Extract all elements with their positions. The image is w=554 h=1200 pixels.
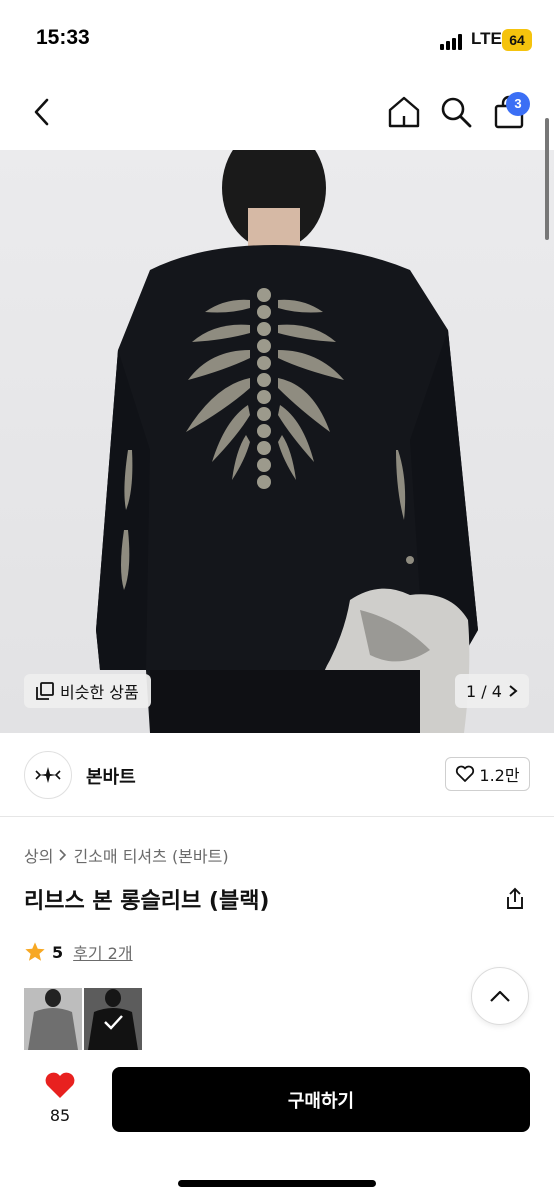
- similar-products-button[interactable]: 비슷한 상품: [24, 674, 151, 708]
- cart-badge: 3: [506, 92, 530, 116]
- store-like-count: 1.2만: [479, 766, 520, 785]
- color-options: [24, 988, 142, 1050]
- top-nav: [0, 80, 554, 150]
- chevron-right-icon: [59, 849, 67, 861]
- battery-icon: 64: [502, 29, 532, 51]
- color-option-black[interactable]: [84, 988, 142, 1050]
- store-like-button[interactable]: 1.2만: [445, 757, 530, 791]
- network-label: LTE: [471, 29, 502, 48]
- scrollbar: [545, 118, 549, 240]
- review-link[interactable]: 후기 2개: [73, 940, 132, 964]
- signal-icon: [440, 34, 464, 50]
- seller-logo[interactable]: [24, 751, 72, 799]
- scroll-to-top-button[interactable]: [471, 967, 529, 1025]
- seller-row: 본바트 1.2만: [0, 733, 554, 817]
- breadcrumb-item[interactable]: 상의: [24, 843, 53, 867]
- status-time: 15:33: [36, 26, 90, 49]
- like-button[interactable]: 85: [36, 1070, 84, 1125]
- like-count: 85: [49, 1106, 71, 1125]
- status-bar: 15:33 LTE 64: [0, 0, 554, 80]
- rating-row: 5 후기 2개: [24, 940, 133, 964]
- back-icon[interactable]: [22, 92, 62, 132]
- color-option-grey[interactable]: [24, 988, 82, 1050]
- search-icon[interactable]: [436, 92, 476, 132]
- breadcrumb-item[interactable]: 긴소매 티셔츠 (본바트): [73, 843, 228, 867]
- share-icon[interactable]: [500, 884, 530, 914]
- product-image[interactable]: [0, 150, 554, 733]
- image-page-counter[interactable]: 1 / 4: [455, 674, 529, 708]
- star-icon: [25, 942, 45, 961]
- copy-icon: [36, 682, 54, 700]
- bottom-action-bar: 85 구매하기: [0, 1050, 554, 1200]
- similar-products-label: 비슷한 상품: [60, 683, 139, 702]
- chevron-up-icon: [490, 990, 510, 1002]
- breadcrumb: 상의 긴소매 티셔츠 (본바트): [24, 843, 229, 867]
- product-title: 리브스 본 롱슬리브 (블랙): [24, 889, 270, 914]
- home-indicator: [178, 1180, 376, 1187]
- home-icon[interactable]: [384, 92, 424, 132]
- chevron-right-icon: [509, 685, 518, 697]
- rating-score: 5: [52, 942, 64, 962]
- seller-name[interactable]: 본바트: [86, 763, 136, 789]
- buy-button[interactable]: 구매하기: [112, 1067, 530, 1132]
- page-counter-label: 1 / 4: [466, 681, 502, 701]
- heart-outline-icon: [456, 765, 475, 782]
- heart-filled-icon: [45, 1072, 75, 1098]
